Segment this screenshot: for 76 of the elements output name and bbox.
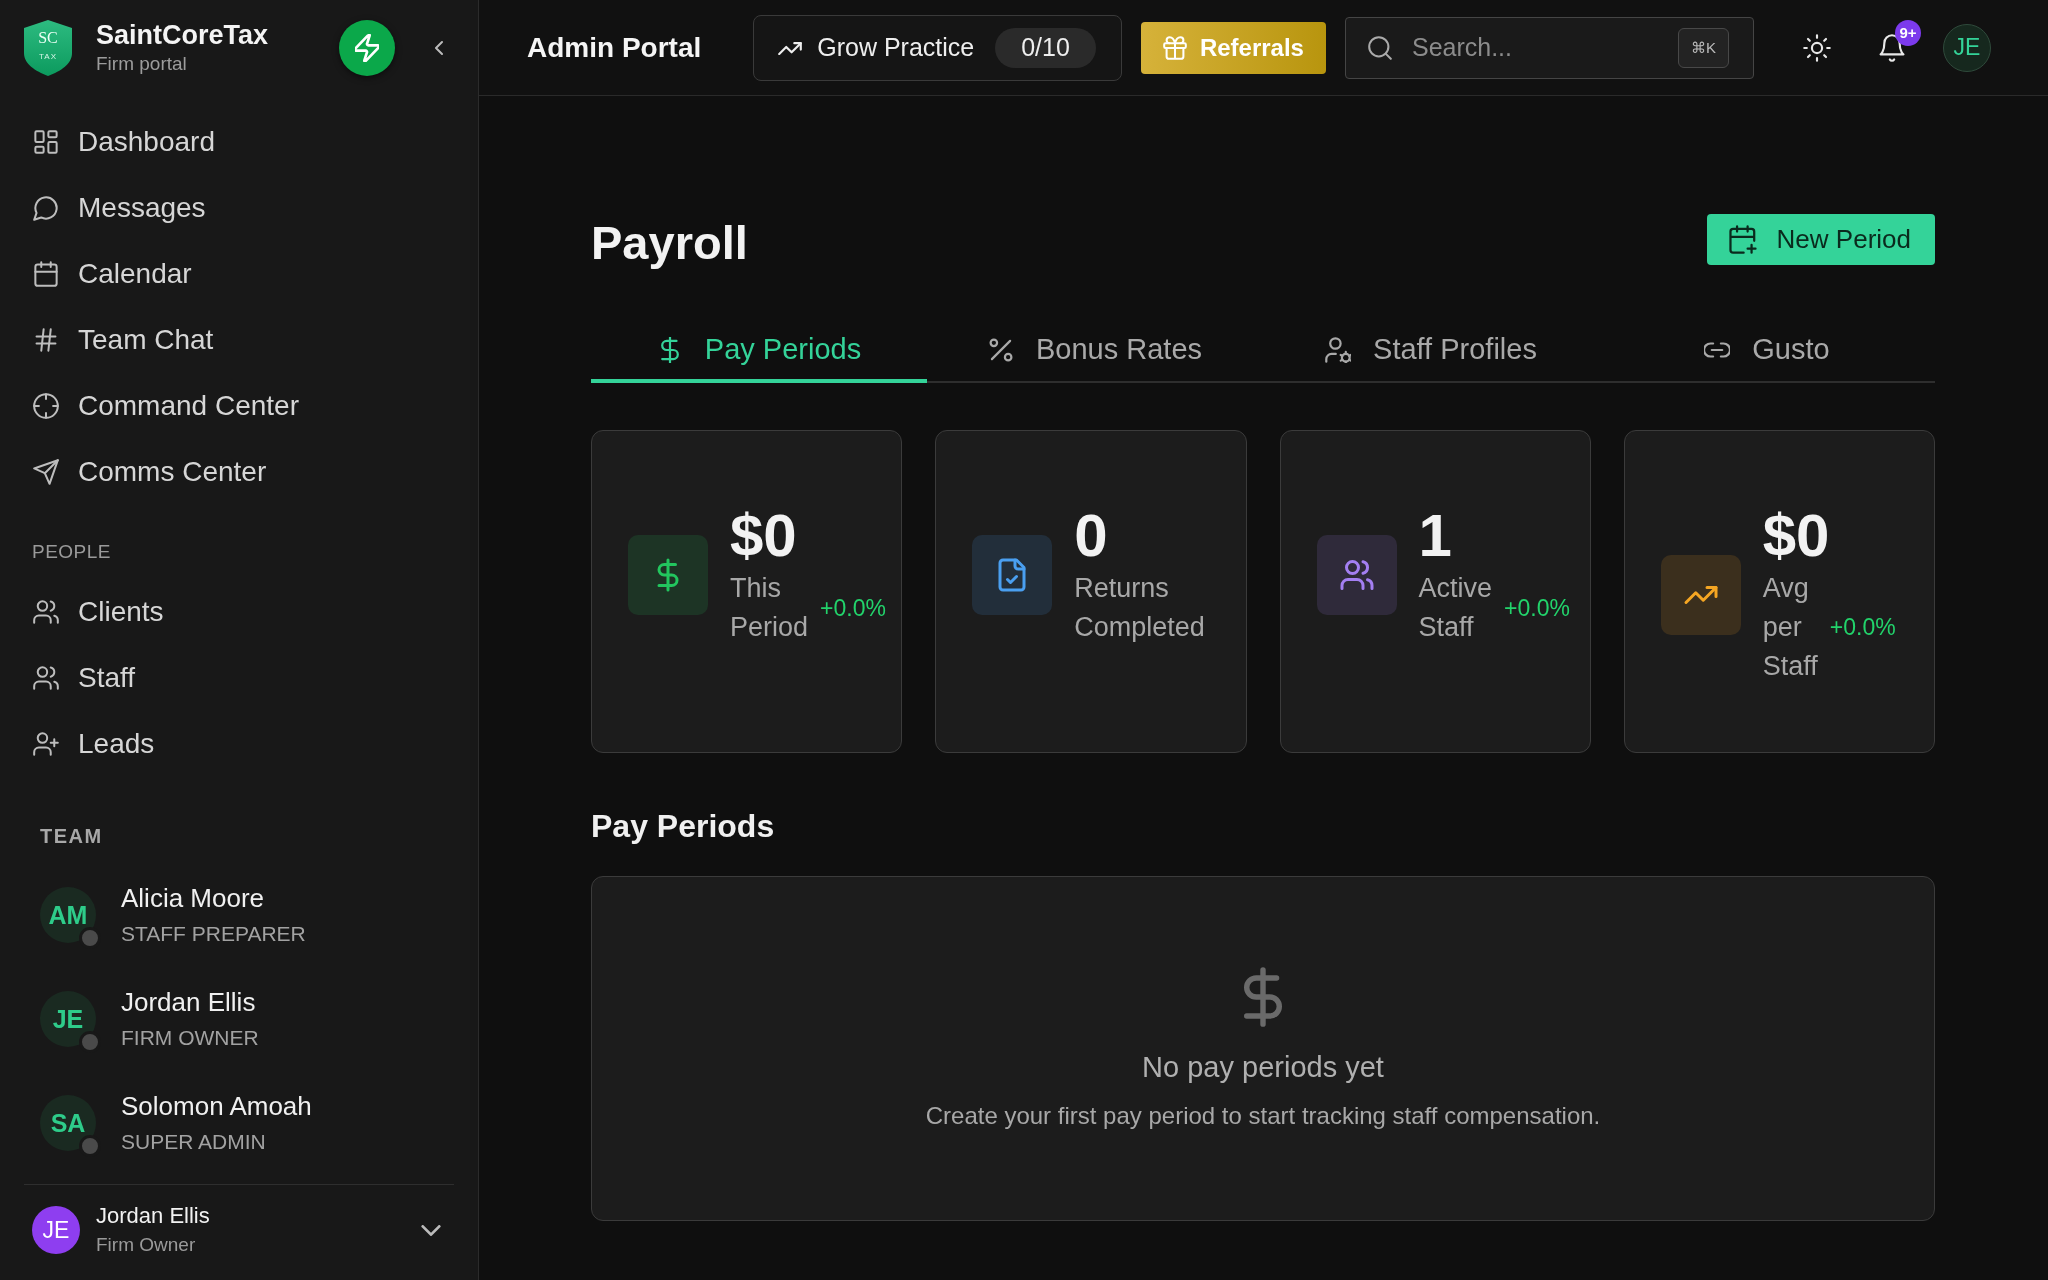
- paper-plane-icon: [33, 459, 59, 485]
- nav-item[interactable]: Leads: [0, 711, 466, 777]
- nav-item[interactable]: Calendar: [0, 241, 466, 307]
- stat-label: Returns Completed: [1074, 572, 1205, 644]
- tab[interactable]: Bonus Rates: [927, 320, 1263, 383]
- progress-badge: 0/10: [995, 27, 1096, 68]
- trend-up-icon: [778, 40, 803, 55]
- member-avatar[interactable]: JE: [40, 991, 96, 1047]
- calendar-plus-icon: [1728, 224, 1757, 254]
- empty-state-title: No pay periods yet: [1142, 1050, 1384, 1085]
- lightning-icon: [355, 33, 379, 62]
- user-avatar[interactable]: JE: [32, 1206, 80, 1254]
- user-avatar[interactable]: JE: [1943, 23, 1991, 72]
- member-name: Jordan Ellis: [121, 985, 257, 1018]
- search-field[interactable]: Search... ⌘K: [1344, 16, 1754, 79]
- nav-item[interactable]: Command Center: [0, 373, 466, 439]
- shortcut-hint: ⌘K: [1677, 27, 1729, 68]
- empty-state-text: Create your first pay period to start tracking staff compensation.: [925, 1101, 1601, 1131]
- gift-icon: [1162, 35, 1187, 60]
- stat-value: 0: [1074, 503, 1109, 569]
- nav-item[interactable]: Dashboard: [0, 109, 466, 175]
- tab[interactable]: Staff Profiles: [1263, 320, 1599, 383]
- sun-icon[interactable]: [1803, 33, 1831, 62]
- grid-icon: [33, 129, 59, 155]
- section-heading: PEOPLE: [32, 540, 112, 564]
- stat-value: $0: [730, 503, 798, 569]
- user-gear-icon: [1325, 336, 1352, 363]
- member-name: Solomon Amoah: [121, 1089, 312, 1122]
- stat-value: $0: [1762, 503, 1831, 569]
- stat-label: Avg per Staff: [1762, 572, 1818, 683]
- member-name: Alicia Moore: [121, 881, 266, 914]
- stat-change: +0.0%: [820, 594, 886, 622]
- member-avatar[interactable]: SA: [40, 1095, 96, 1151]
- crosshair-icon: [33, 393, 59, 419]
- section-title: Pay Periods: [591, 807, 775, 846]
- dollar-icon: [1244, 967, 1282, 1027]
- member-avatar[interactable]: AM: [40, 887, 96, 943]
- member-role: STAFF PREPARER: [121, 920, 306, 947]
- chevron-down-icon[interactable]: [421, 1224, 441, 1236]
- stat-label: Active Staff: [1418, 572, 1493, 644]
- grow-practice-button[interactable]: Grow Practice 0/10: [753, 14, 1122, 81]
- quick-action-button[interactable]: [339, 19, 395, 76]
- stat-label: This Period: [730, 572, 809, 644]
- user-role: Firm Owner: [96, 1233, 197, 1257]
- tab[interactable]: Gusto: [1599, 320, 1935, 383]
- brand-name: SaintCoreTax: [96, 19, 269, 51]
- new-period-button[interactable]: New Period: [1706, 213, 1935, 265]
- stat-change: +0.0%: [1504, 594, 1570, 622]
- stat-change: +0.0%: [1829, 614, 1896, 641]
- member-role: SUPER ADMIN: [121, 1128, 267, 1155]
- nav-item[interactable]: Staff: [0, 645, 466, 711]
- page-title: Payroll: [591, 214, 748, 270]
- chat-bubble-icon: [33, 195, 59, 221]
- user-name: Jordan Ellis: [96, 1202, 210, 1230]
- search-icon: [1367, 35, 1392, 60]
- tab[interactable]: Pay Periods: [591, 320, 927, 383]
- calendar-icon: [33, 261, 59, 287]
- logo-caption: TAX: [38, 51, 58, 61]
- brand-subtitle: Firm portal: [96, 52, 188, 76]
- percent-icon: [987, 336, 1014, 363]
- stat-value: 1: [1418, 503, 1453, 569]
- logo-initials: SC: [37, 28, 59, 47]
- member-role: FIRM OWNER: [121, 1024, 259, 1051]
- chevron-left-icon[interactable]: [435, 39, 443, 56]
- user-plus-icon: [33, 731, 59, 757]
- nav-item[interactable]: Team Chat: [0, 307, 466, 373]
- users-icon: [33, 599, 59, 625]
- shield-icon: [23, 18, 73, 77]
- users-icon: [33, 665, 59, 691]
- nav-item[interactable]: Clients: [0, 579, 466, 645]
- notification-badge: 9+: [1895, 19, 1921, 46]
- team-heading: TEAM: [40, 824, 103, 848]
- hash-icon: [33, 327, 59, 353]
- portal-title: Admin Portal: [527, 31, 702, 64]
- nav-item[interactable]: Comms Center: [0, 439, 466, 505]
- nav-item[interactable]: Messages: [0, 175, 466, 241]
